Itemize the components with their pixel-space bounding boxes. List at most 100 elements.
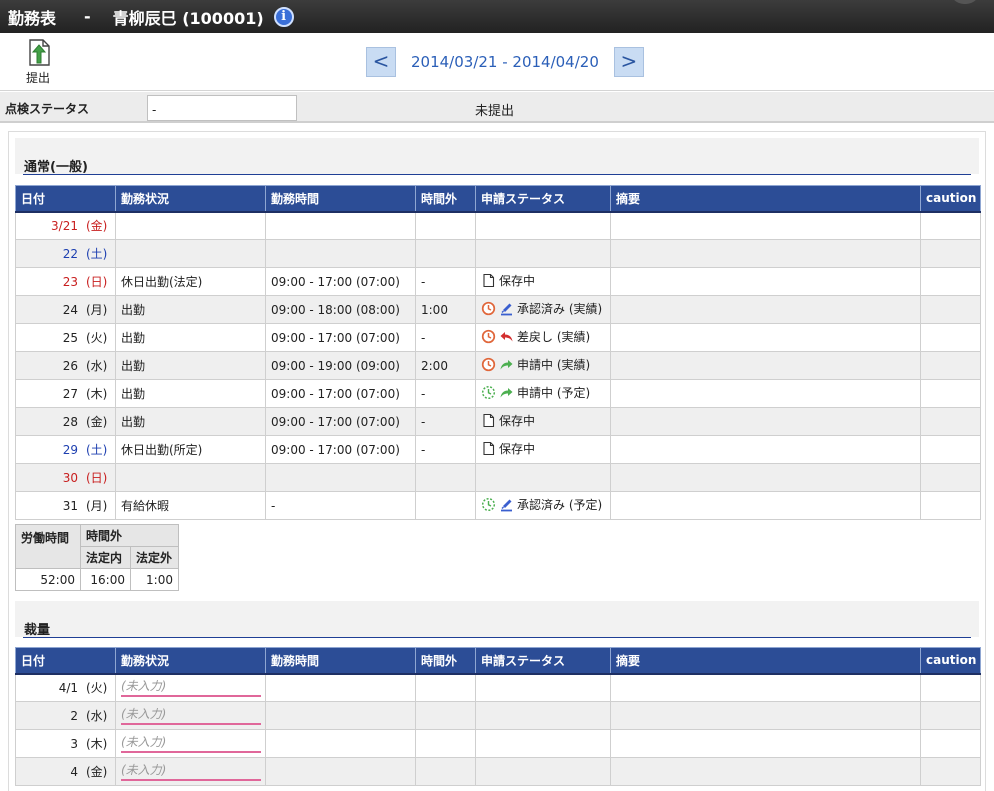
application-status-cell[interactable]: 申請中 (実績) [475, 351, 611, 380]
work-status-cell[interactable]: 出勤 [115, 407, 266, 436]
table-row[interactable]: 30 (日) [15, 463, 981, 492]
work-status-input[interactable]: (未入力) [121, 735, 261, 753]
prev-period-button[interactable]: < [366, 47, 396, 77]
memo-cell[interactable] [610, 757, 921, 786]
date-weekday: (火) [86, 681, 108, 696]
date-weekday: (土) [86, 443, 108, 457]
application-status-text: 保存中 [499, 414, 536, 428]
memo-cell[interactable] [610, 407, 921, 436]
table-row[interactable]: 28 (金) 出勤 09:00 - 17:00 (07:00) - 保存中 [15, 407, 981, 436]
application-status-cell[interactable] [475, 463, 611, 492]
work-status-cell[interactable]: 休日出勤(法定) [115, 267, 266, 296]
work-status-cell[interactable]: (未入力) [115, 757, 266, 786]
check-status-field[interactable]: - [147, 95, 297, 121]
column-header-memo[interactable]: 摘要 [610, 185, 921, 213]
table-row[interactable]: 27 (木) 出勤 09:00 - 17:00 (07:00) - 申請中 (予定) [15, 379, 981, 408]
table-row[interactable]: 3 (木) (未入力) [15, 729, 981, 758]
work-status-cell[interactable] [115, 211, 266, 240]
column-header-memo[interactable]: 摘要 [610, 647, 921, 675]
memo-cell[interactable] [610, 435, 921, 464]
work-status-cell[interactable]: 出勤 [115, 323, 266, 352]
work-status-cell[interactable]: (未入力) [115, 701, 266, 730]
work-status-cell[interactable]: 休日出勤(所定) [115, 435, 266, 464]
application-status-cell[interactable]: 差戻し (実績) [475, 323, 611, 352]
planned-clock-icon [481, 497, 496, 512]
table-row[interactable]: 29 (土) 休日出勤(所定) 09:00 - 17:00 (07:00) - 保存中 [15, 435, 981, 464]
table-row[interactable]: 4/1 (火) (未入力) [15, 673, 981, 702]
column-header-caution[interactable]: caution [920, 647, 981, 675]
user-menu-button[interactable] [950, 0, 980, 4]
memo-cell[interactable] [610, 211, 921, 240]
table-row[interactable]: 2 (水) (未入力) [15, 701, 981, 730]
document-icon [481, 413, 496, 428]
memo-cell[interactable] [610, 701, 921, 730]
application-status-cell[interactable] [475, 757, 611, 786]
table-row[interactable]: 4 (金) (未入力) [15, 757, 981, 786]
column-header-overtime[interactable]: 時間外 [415, 647, 476, 675]
memo-cell[interactable] [610, 729, 921, 758]
table-row[interactable]: 22 (土) [15, 239, 981, 268]
memo-cell[interactable] [610, 295, 921, 324]
check-status-value: 未提出 [475, 104, 515, 119]
application-status-cell[interactable]: 保存中 [475, 407, 611, 436]
overtime-cell [415, 463, 476, 492]
work-status-cell[interactable]: 出勤 [115, 351, 266, 380]
summary-header-labor: 労働時間 [15, 524, 81, 569]
application-status-cell[interactable]: 保存中 [475, 267, 611, 296]
column-header-caution[interactable]: caution [920, 185, 981, 213]
application-status-cell[interactable] [475, 673, 611, 702]
column-header-hours[interactable]: 勤務時間 [265, 185, 416, 213]
table-row[interactable]: 24 (月) 出勤 09:00 - 18:00 (08:00) 1:00 承認済み (実績… [15, 295, 981, 324]
page-title: 勤務表 [8, 8, 57, 28]
column-header-date[interactable]: 日付 [15, 185, 116, 213]
work-hours-cell: 09:00 - 17:00 (07:00) [265, 407, 416, 436]
work-hours-cell: 09:00 - 17:00 (07:00) [265, 435, 416, 464]
date-weekday: (金) [86, 415, 108, 429]
memo-cell[interactable] [610, 351, 921, 380]
work-status-input[interactable]: (未入力) [121, 763, 261, 781]
timesheet-content: 通常(一般) 日付 勤務状況 勤務時間 時間外 申請ステータス 摘要 cauti… [8, 131, 986, 791]
application-status-cell[interactable]: 保存中 [475, 435, 611, 464]
table-row[interactable]: 31 (月) 有給休暇 - 承認済み (予定) [15, 491, 981, 520]
timesheet-table-discretionary: 日付 勤務状況 勤務時間 時間外 申請ステータス 摘要 caution 4/1 (… [15, 647, 981, 786]
column-header-hours[interactable]: 勤務時間 [265, 647, 416, 675]
application-status-cell[interactable]: 申請中 (予定) [475, 379, 611, 408]
table-row[interactable]: 3/21 (金) [15, 211, 981, 240]
next-period-button[interactable]: > [613, 47, 644, 77]
application-status-cell[interactable]: 承認済み (予定) [475, 491, 611, 520]
work-status-cell[interactable]: (未入力) [115, 729, 266, 758]
column-header-status[interactable]: 勤務状況 [115, 185, 266, 213]
column-header-application-status[interactable]: 申請ステータス [475, 647, 611, 675]
work-status-cell[interactable]: 出勤 [115, 295, 266, 324]
memo-cell[interactable] [610, 491, 921, 520]
memo-cell[interactable] [610, 323, 921, 352]
document-icon [481, 441, 496, 456]
column-header-overtime[interactable]: 時間外 [415, 185, 476, 213]
column-header-date[interactable]: 日付 [15, 647, 116, 675]
table-row[interactable]: 26 (水) 出勤 09:00 - 19:00 (09:00) 2:00 申請中 (実績) [15, 351, 981, 380]
column-header-status[interactable]: 勤務状況 [115, 647, 266, 675]
work-status-cell[interactable] [115, 239, 266, 268]
application-status-cell[interactable]: 承認済み (実績) [475, 295, 611, 324]
application-status-cell[interactable] [475, 701, 611, 730]
work-status-cell[interactable]: 有給休暇 [115, 491, 266, 520]
table-row[interactable]: 25 (火) 出勤 09:00 - 17:00 (07:00) - 差戻し (実績) [15, 323, 981, 352]
work-status-input[interactable]: (未入力) [121, 679, 261, 697]
submit-button[interactable]: 提出 [18, 37, 58, 89]
memo-cell[interactable] [610, 379, 921, 408]
work-status-cell[interactable] [115, 463, 266, 492]
memo-cell[interactable] [610, 463, 921, 492]
work-status-cell[interactable]: 出勤 [115, 379, 266, 408]
application-status-cell[interactable] [475, 211, 611, 240]
table-row[interactable]: 23 (日) 休日出勤(法定) 09:00 - 17:00 (07:00) - 保存中 [15, 267, 981, 296]
memo-cell[interactable] [610, 239, 921, 268]
application-status-cell[interactable] [475, 729, 611, 758]
memo-cell[interactable] [610, 673, 921, 702]
clock-icon [481, 329, 496, 344]
application-status-cell[interactable] [475, 239, 611, 268]
memo-cell[interactable] [610, 267, 921, 296]
info-icon[interactable]: i [273, 6, 294, 27]
work-status-input[interactable]: (未入力) [121, 707, 261, 725]
column-header-application-status[interactable]: 申請ステータス [475, 185, 611, 213]
work-status-cell[interactable]: (未入力) [115, 673, 266, 702]
